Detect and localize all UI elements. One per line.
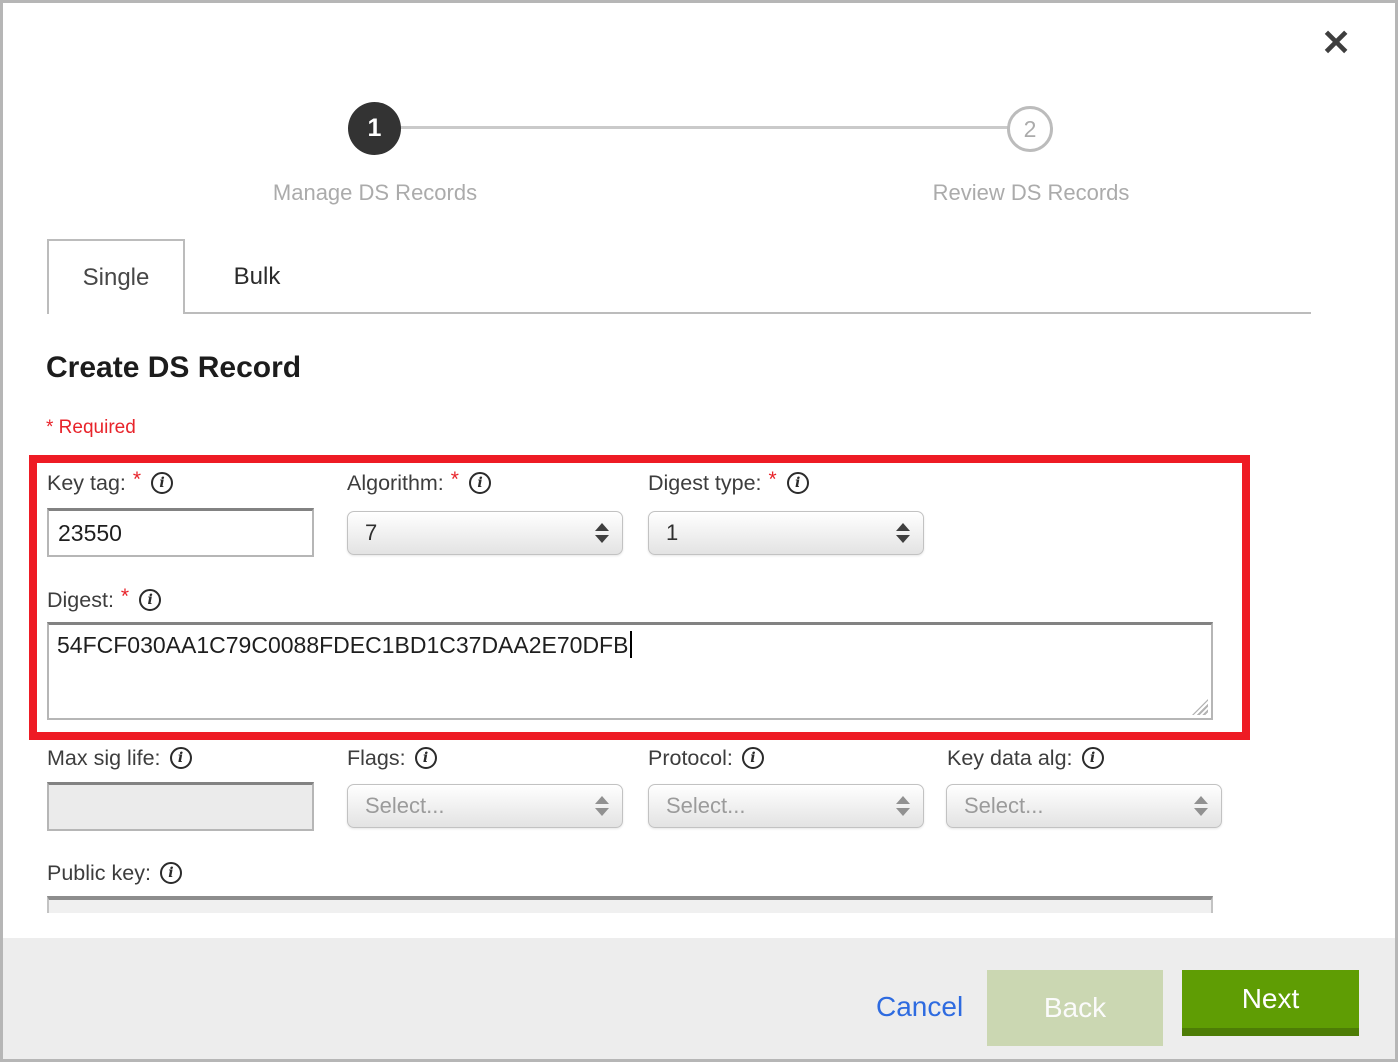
key-data-alg-label: Key data alg: i — [947, 744, 1104, 772]
tab-single[interactable]: Single — [47, 239, 185, 314]
algorithm-label-text: Algorithm: — [347, 471, 444, 496]
required-asterisk: * — [133, 468, 141, 492]
digest-textarea[interactable]: 54FCF030AA1C79C0088FDEC1BD1C37DAA2E70DFB — [47, 622, 1213, 720]
info-icon[interactable]: i — [742, 747, 764, 769]
public-key-label-text: Public key: — [47, 861, 151, 886]
protocol-select[interactable]: Select... — [648, 784, 924, 828]
step-2-label: Review DS Records — [871, 180, 1191, 206]
select-arrows-icon — [896, 796, 910, 816]
key-tag-input[interactable] — [47, 508, 314, 557]
step-2-indicator: 2 — [1007, 106, 1053, 152]
create-ds-record-modal: ✕ 1 2 Manage DS Records Review DS Record… — [0, 0, 1398, 1062]
algorithm-label: Algorithm: * i — [347, 469, 491, 497]
back-button[interactable]: Back — [987, 970, 1163, 1046]
info-icon[interactable]: i — [160, 862, 182, 884]
protocol-label-text: Protocol: — [648, 746, 733, 771]
select-arrows-icon — [595, 523, 609, 543]
info-icon[interactable]: i — [151, 472, 173, 494]
select-arrows-icon — [896, 523, 910, 543]
info-icon[interactable]: i — [787, 472, 809, 494]
max-sig-life-input[interactable] — [47, 782, 314, 831]
protocol-select-value: Select... — [666, 793, 745, 819]
flags-label-text: Flags: — [347, 746, 406, 771]
protocol-label: Protocol: i — [648, 744, 764, 772]
required-asterisk: * — [451, 468, 459, 492]
info-icon-glyph: i — [477, 476, 482, 490]
page-title: Create DS Record — [46, 351, 301, 385]
public-key-textarea[interactable] — [47, 896, 1213, 913]
max-sig-life-label-text: Max sig life: — [47, 746, 161, 771]
digest-label: Digest: * i — [47, 586, 161, 614]
flags-label: Flags: i — [347, 744, 437, 772]
tab-underline — [183, 312, 1311, 314]
algorithm-select-value: 7 — [365, 520, 377, 546]
resize-handle[interactable] — [1192, 699, 1208, 715]
flags-select[interactable]: Select... — [347, 784, 623, 828]
info-icon-glyph: i — [1090, 751, 1095, 765]
key-data-alg-select-value: Select... — [964, 793, 1043, 819]
required-note: * Required — [46, 417, 136, 439]
next-button[interactable]: Next — [1182, 970, 1359, 1036]
digest-type-select-value: 1 — [666, 520, 678, 546]
digest-type-select[interactable]: 1 — [648, 511, 924, 555]
info-icon-glyph: i — [423, 751, 428, 765]
public-key-label: Public key: i — [47, 859, 182, 887]
required-asterisk: * — [121, 585, 129, 609]
info-icon[interactable]: i — [139, 589, 161, 611]
step-1-indicator: 1 — [348, 102, 401, 155]
select-arrows-icon — [595, 796, 609, 816]
info-icon-glyph: i — [168, 866, 173, 880]
key-tag-label: Key tag: * i — [47, 469, 173, 497]
flags-select-value: Select... — [365, 793, 444, 819]
info-icon-glyph: i — [795, 476, 800, 490]
digest-label-text: Digest: — [47, 588, 114, 613]
info-icon-glyph: i — [147, 593, 152, 607]
info-icon-glyph: i — [159, 476, 164, 490]
key-tag-label-text: Key tag: — [47, 471, 126, 496]
digest-type-label-text: Digest type: — [648, 471, 762, 496]
select-arrows-icon — [1194, 796, 1208, 816]
info-icon[interactable]: i — [170, 747, 192, 769]
info-icon[interactable]: i — [1082, 747, 1104, 769]
digest-type-label: Digest type: * i — [648, 469, 809, 497]
info-icon-glyph: i — [178, 751, 183, 765]
stepper-track — [373, 126, 1031, 129]
required-asterisk: * — [769, 468, 777, 492]
text-caret — [630, 631, 632, 658]
close-icon[interactable]: ✕ — [1321, 25, 1351, 61]
step-1-label: Manage DS Records — [215, 180, 535, 206]
digest-value: 54FCF030AA1C79C0088FDEC1BD1C37DAA2E70DFB — [57, 632, 628, 658]
info-icon-glyph: i — [750, 751, 755, 765]
cancel-button[interactable]: Cancel — [876, 991, 963, 1023]
max-sig-life-label: Max sig life: i — [47, 744, 192, 772]
algorithm-select[interactable]: 7 — [347, 511, 623, 555]
tab-bulk[interactable]: Bulk — [185, 241, 329, 312]
info-icon[interactable]: i — [469, 472, 491, 494]
key-data-alg-select[interactable]: Select... — [946, 784, 1222, 828]
key-data-alg-label-text: Key data alg: — [947, 746, 1073, 771]
info-icon[interactable]: i — [415, 747, 437, 769]
